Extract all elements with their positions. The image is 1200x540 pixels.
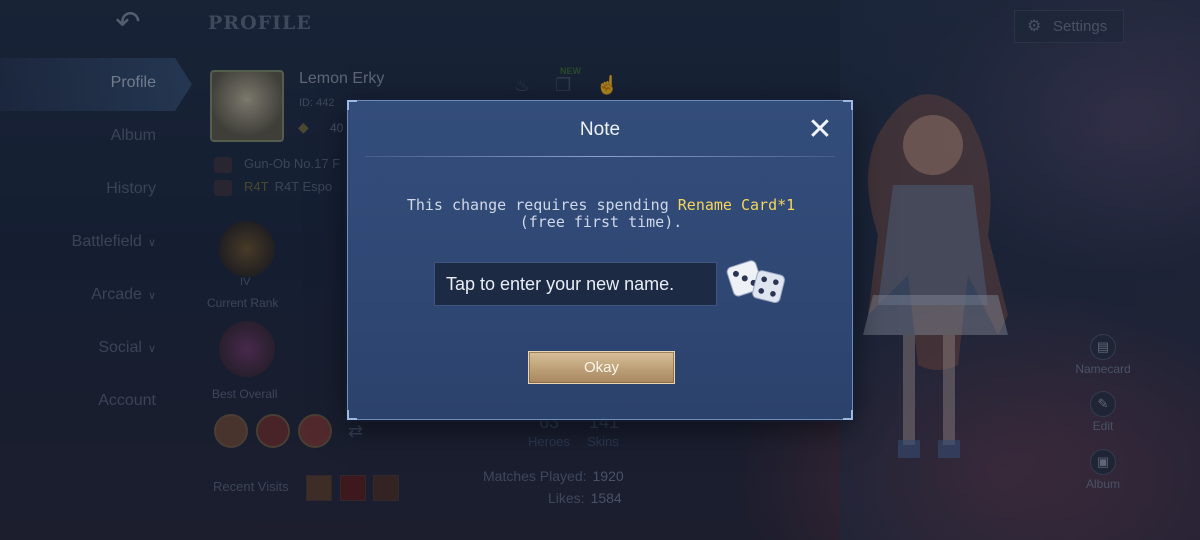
- close-icon[interactable]: ✕: [806, 115, 834, 145]
- rename-dialog: Note ✕ This change requires spending Ren…: [347, 100, 853, 420]
- dialog-corner-ornament: [843, 100, 853, 110]
- dialog-divider: [365, 156, 835, 157]
- rename-card-cost: Rename Card*1: [677, 196, 796, 214]
- dialog-corner-ornament: [347, 100, 357, 110]
- dialog-title: Note: [579, 119, 621, 140]
- dialog-corner-ornament: [347, 410, 357, 420]
- dialog-corner-ornament: [843, 410, 853, 420]
- dice-icon[interactable]: [726, 257, 788, 309]
- dialog-message: This change requires spending Rename Car…: [406, 196, 796, 231]
- okay-button[interactable]: Okay: [528, 351, 675, 384]
- new-name-input[interactable]: [434, 262, 717, 306]
